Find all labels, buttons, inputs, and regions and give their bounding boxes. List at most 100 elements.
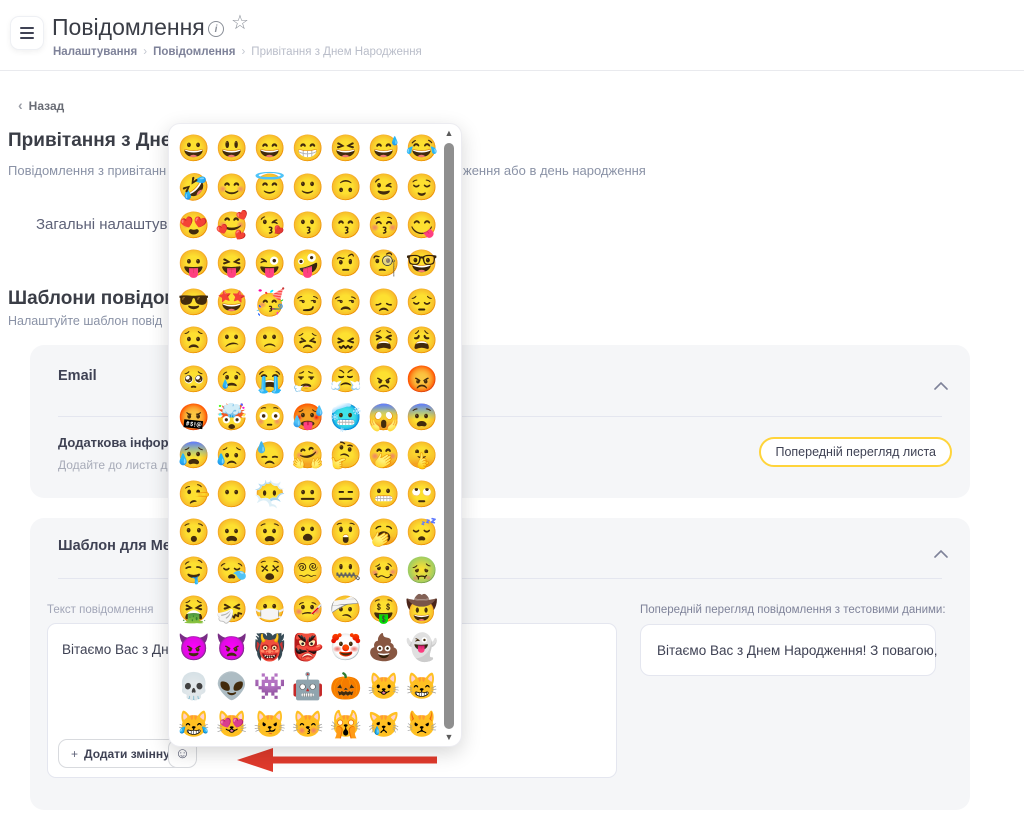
emoji-item[interactable]: 😌	[403, 167, 441, 205]
emoji-item[interactable]: 🧐	[365, 244, 403, 282]
emoji-item[interactable]: 😊	[213, 167, 251, 205]
preview-letter-button[interactable]: Попередній перегляд листа	[759, 437, 952, 467]
emoji-item[interactable]: 😵‍💫	[289, 551, 327, 589]
emoji-item[interactable]: 😍	[175, 206, 213, 244]
emoji-item[interactable]: 🤑	[365, 590, 403, 628]
scrollbar-thumb[interactable]	[444, 143, 454, 729]
emoji-item[interactable]: 😤	[327, 359, 365, 397]
emoji-item[interactable]: 🙄	[403, 475, 441, 513]
emoji-item[interactable]: 😭	[251, 359, 289, 397]
info-icon[interactable]: i	[208, 21, 224, 37]
emoji-scrollbar[interactable]: ▲ ▼	[441, 126, 457, 744]
emoji-item[interactable]: 🙃	[327, 167, 365, 205]
scroll-up-icon[interactable]: ▲	[441, 128, 457, 138]
emoji-item[interactable]: 🥶	[327, 398, 365, 436]
emoji-item[interactable]: 🤓	[403, 244, 441, 282]
emoji-item[interactable]: 😲	[327, 513, 365, 551]
emoji-item[interactable]: 🤣	[175, 167, 213, 205]
emoji-item[interactable]: 😶‍🌫️	[251, 475, 289, 513]
emoji-item[interactable]: 😪	[213, 551, 251, 589]
breadcrumb-settings[interactable]: Налаштування	[53, 46, 137, 58]
emoji-item[interactable]: 😨	[403, 398, 441, 436]
emoji-item[interactable]: 😽	[289, 705, 327, 743]
breadcrumb-messages[interactable]: Повідомлення	[153, 46, 235, 58]
emoji-item[interactable]: 🥱	[365, 513, 403, 551]
emoji-item[interactable]: 😯	[175, 513, 213, 551]
emoji-item[interactable]: 😞	[365, 283, 403, 321]
emoji-item[interactable]: 👻	[403, 628, 441, 666]
scroll-down-icon[interactable]: ▼	[441, 732, 457, 742]
emoji-item[interactable]: 🙂	[289, 167, 327, 205]
emoji-item[interactable]: 😏	[289, 283, 327, 321]
emoji-item[interactable]: 😩	[403, 321, 441, 359]
emoji-item[interactable]: 😃	[213, 129, 251, 167]
emoji-item[interactable]: 😸	[403, 666, 441, 704]
emoji-item[interactable]: 🤗	[289, 436, 327, 474]
emoji-item[interactable]: 😙	[327, 206, 365, 244]
emoji-item[interactable]: 🤪	[289, 244, 327, 282]
emoji-item[interactable]: 🤯	[213, 398, 251, 436]
emoji-item[interactable]: 😾	[403, 705, 441, 743]
emoji-item[interactable]: 🤭	[365, 436, 403, 474]
emoji-item[interactable]: 😱	[365, 398, 403, 436]
emoji-item[interactable]: 😺	[365, 666, 403, 704]
emoji-item[interactable]: 👿	[213, 628, 251, 666]
menu-button[interactable]	[10, 16, 44, 50]
emoji-item[interactable]: 👹	[251, 628, 289, 666]
collapse-chevron-icon[interactable]	[934, 545, 948, 563]
emoji-item[interactable]: 😑	[327, 475, 365, 513]
star-favorite-icon[interactable]: ☆	[231, 13, 249, 33]
emoji-item[interactable]: 😅	[365, 129, 403, 167]
emoji-item[interactable]: 😎	[175, 283, 213, 321]
emoji-item[interactable]: 😵	[251, 551, 289, 589]
emoji-item[interactable]: 😳	[251, 398, 289, 436]
emoji-item[interactable]: 😶	[213, 475, 251, 513]
emoji-item[interactable]: 😄	[251, 129, 289, 167]
emoji-item[interactable]: 😕	[213, 321, 251, 359]
emoji-item[interactable]: 😼	[251, 705, 289, 743]
emoji-item[interactable]: 🤥	[175, 475, 213, 513]
emoji-item[interactable]: 🥵	[289, 398, 327, 436]
emoji-item[interactable]: 🙁	[251, 321, 289, 359]
emoji-item[interactable]: 🤨	[327, 244, 365, 282]
emoji-item[interactable]: 😂	[403, 129, 441, 167]
emoji-item[interactable]: 👺	[289, 628, 327, 666]
emoji-item[interactable]: 😗	[289, 206, 327, 244]
emoji-item[interactable]: 🤧	[213, 590, 251, 628]
emoji-item[interactable]: 😔	[403, 283, 441, 321]
emoji-item[interactable]: 😮‍💨	[289, 359, 327, 397]
emoji-item[interactable]: 🙀	[327, 705, 365, 743]
emoji-item[interactable]: 🥳	[251, 283, 289, 321]
emoji-item[interactable]: 😁	[289, 129, 327, 167]
emoji-item[interactable]: 😓	[251, 436, 289, 474]
emoji-item[interactable]: 🥴	[365, 551, 403, 589]
emoji-item[interactable]: 😿	[365, 705, 403, 743]
emoji-item[interactable]: 😟	[175, 321, 213, 359]
emoji-item[interactable]: 🤫	[403, 436, 441, 474]
emoji-item[interactable]: 😮	[289, 513, 327, 551]
emoji-item[interactable]: 🤖	[289, 666, 327, 704]
collapse-chevron-icon[interactable]	[934, 377, 948, 395]
emoji-item[interactable]: 😣	[289, 321, 327, 359]
emoji-item[interactable]: 😚	[365, 206, 403, 244]
emoji-item[interactable]: 😷	[251, 590, 289, 628]
emoji-item[interactable]: 😖	[327, 321, 365, 359]
emoji-item[interactable]: 🤩	[213, 283, 251, 321]
emoji-item[interactable]: 😹	[175, 705, 213, 743]
emoji-item[interactable]: 🤮	[175, 590, 213, 628]
emoji-item[interactable]: 😰	[175, 436, 213, 474]
emoji-item[interactable]: 😇	[251, 167, 289, 205]
emoji-item[interactable]: 👽	[213, 666, 251, 704]
back-link[interactable]: ‹Назад	[18, 97, 64, 113]
emoji-item[interactable]: 😘	[251, 206, 289, 244]
emoji-item[interactable]: 😢	[213, 359, 251, 397]
emoji-item[interactable]: 😬	[365, 475, 403, 513]
emoji-item[interactable]: 🤢	[403, 551, 441, 589]
emoji-item[interactable]: 😀	[175, 129, 213, 167]
emoji-item[interactable]: 🥺	[175, 359, 213, 397]
emoji-item[interactable]: 💩	[365, 628, 403, 666]
emoji-item[interactable]: 😜	[251, 244, 289, 282]
emoji-item[interactable]: 😈	[175, 628, 213, 666]
emoji-item[interactable]: 🎃	[327, 666, 365, 704]
emoji-item[interactable]: 🥰	[213, 206, 251, 244]
